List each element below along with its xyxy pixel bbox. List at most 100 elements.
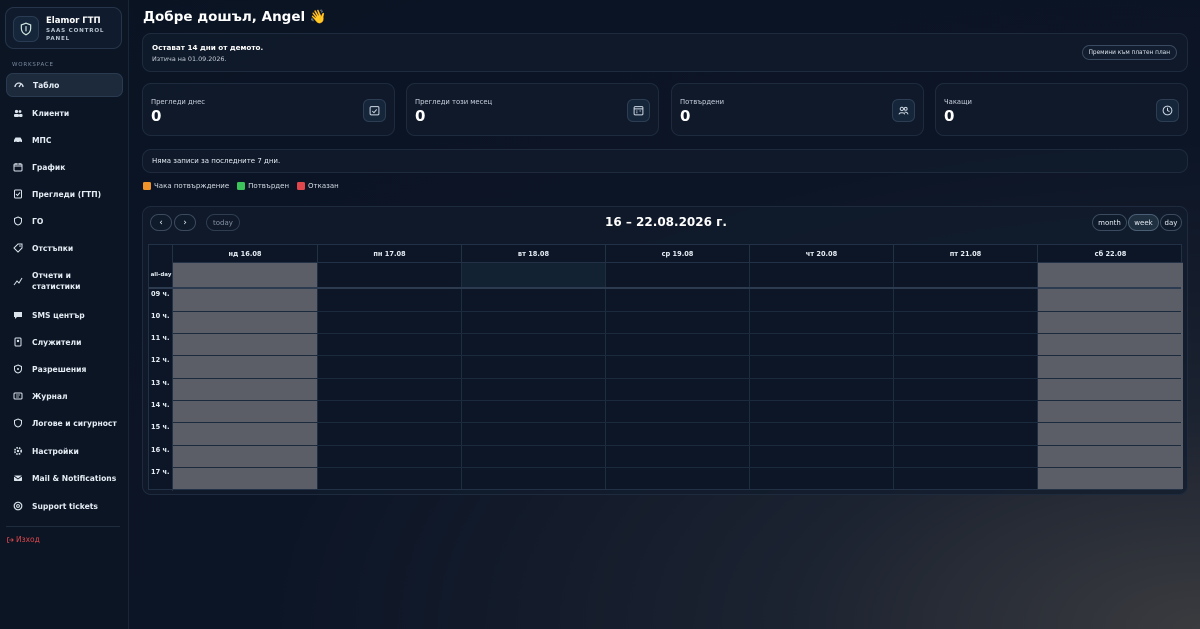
legend-item-cancelled: Отказан bbox=[297, 182, 339, 190]
sidebar-item-employees[interactable]: Служители bbox=[6, 330, 123, 354]
legend-item-confirmed: Потвърден bbox=[237, 182, 289, 190]
hour-line bbox=[173, 355, 1181, 356]
clock-icon bbox=[1156, 99, 1179, 122]
grid-divider bbox=[461, 263, 462, 489]
users-icon bbox=[13, 108, 23, 118]
chat-icon bbox=[13, 310, 23, 320]
sidebar-item-label: Клиенти bbox=[32, 108, 70, 118]
weekend-column-saturday[interactable] bbox=[1038, 263, 1183, 489]
sidebar-item-reports[interactable]: Отчети и статистики bbox=[6, 264, 123, 298]
gear-icon bbox=[13, 446, 23, 456]
stat-label: Чакащи bbox=[944, 98, 972, 106]
sidebar-divider bbox=[6, 526, 120, 527]
support-icon bbox=[13, 501, 23, 511]
grid-divider bbox=[605, 263, 606, 489]
logout-button[interactable]: Изход bbox=[6, 535, 40, 544]
day-header-sat[interactable]: сб 22.08 bbox=[1038, 245, 1183, 263]
users-confirmed-icon bbox=[892, 99, 915, 122]
no-records-text: Няма записи за последните 7 дни. bbox=[152, 157, 281, 165]
sidebar-item-insurance[interactable]: ГО bbox=[6, 209, 123, 233]
demo-expiry: Изтича на 01.09.2026. bbox=[152, 55, 227, 63]
calendar-month-icon bbox=[627, 99, 650, 122]
hour-line bbox=[173, 422, 1181, 423]
grid-divider bbox=[893, 263, 894, 489]
stat-card-pending: Чакащи 0 bbox=[935, 83, 1188, 136]
sidebar-item-label: График bbox=[32, 162, 66, 172]
hour-label: 14 ч. bbox=[151, 401, 170, 409]
legend-item-pending: Чака потвърждение bbox=[143, 182, 229, 190]
demo-days-left: Остават 14 дни от демото. bbox=[152, 43, 264, 52]
calendar-check-icon bbox=[363, 99, 386, 122]
sidebar-item-schedule[interactable]: График bbox=[6, 155, 123, 179]
status-legend: Чака потвърждение Потвърден Отказан bbox=[143, 182, 347, 190]
sidebar-item-dashboard[interactable]: Табло bbox=[6, 73, 123, 97]
sidebar-item-label: Прегледи (ГТП) bbox=[32, 189, 102, 199]
sidebar-item-sms[interactable]: SMS център bbox=[6, 303, 123, 327]
sidebar-item-logs-security[interactable]: Логове и сигурност bbox=[6, 411, 123, 435]
stat-value: 0 bbox=[415, 107, 426, 125]
stat-label: Потвърдени bbox=[680, 98, 725, 106]
sidebar-item-permissions[interactable]: Разрешения bbox=[6, 357, 123, 381]
workspace-label: WORKSPACE bbox=[12, 62, 54, 68]
sidebar-item-label: МПС bbox=[32, 135, 52, 145]
allday-label: all-day bbox=[150, 272, 172, 278]
allday-divider bbox=[149, 287, 1181, 289]
sidebar-item-vehicles[interactable]: МПС bbox=[6, 128, 123, 152]
sidebar-item-settings[interactable]: Настройки bbox=[6, 439, 123, 463]
calendar-week-grid: нд 16.08 пн 17.08 вт 18.08 ср 19.08 чт 2… bbox=[148, 244, 1183, 491]
view-month-button[interactable]: month bbox=[1092, 214, 1127, 231]
hour-label: 11 ч. bbox=[151, 334, 170, 342]
sidebar-item-inspections[interactable]: Прегледи (ГТП) bbox=[6, 182, 123, 206]
weekend-column-sunday[interactable] bbox=[173, 263, 317, 489]
today-allday-cell[interactable] bbox=[461, 263, 605, 287]
hour-label: 16 ч. bbox=[151, 446, 170, 454]
hour-label: 09 ч. bbox=[151, 290, 170, 298]
brand-name: Elamor ГТП bbox=[46, 16, 101, 26]
view-day-button[interactable]: day bbox=[1160, 214, 1182, 231]
stat-label: Прегледи този месец bbox=[415, 98, 493, 106]
demo-banner: Остават 14 дни от демото. Изтича на 01.0… bbox=[142, 33, 1188, 72]
calendar-icon bbox=[13, 162, 23, 172]
legend-swatch bbox=[237, 182, 246, 190]
grid-divider bbox=[1037, 263, 1038, 489]
upgrade-plan-button[interactable]: Премини към платен план bbox=[1081, 45, 1177, 60]
day-header-mon[interactable]: пн 17.08 bbox=[318, 245, 462, 263]
sidebar-item-label: Журнал bbox=[32, 391, 68, 401]
sidebar-item-discounts[interactable]: Отстъпки bbox=[6, 236, 123, 260]
stat-card-today: Прегледи днес 0 bbox=[142, 83, 395, 136]
logout-icon bbox=[6, 536, 14, 544]
sidebar-item-label: Отчети и статистики bbox=[32, 271, 81, 291]
page-title: Добре дошъл, Angel 👋 bbox=[143, 9, 327, 25]
day-header-sun[interactable]: нд 16.08 bbox=[173, 245, 318, 263]
brand-card[interactable]: Elamor ГТП SAAS CONTROL PANEL bbox=[5, 7, 122, 49]
day-header-tue[interactable]: вт 18.08 bbox=[462, 245, 606, 263]
hour-label: 13 ч. bbox=[151, 379, 170, 387]
shield-logo-icon bbox=[13, 16, 39, 42]
sidebar-item-label: Support tickets bbox=[32, 501, 98, 511]
legend-label: Чака потвърждение bbox=[154, 182, 230, 190]
chart-icon bbox=[13, 276, 23, 286]
employee-icon bbox=[13, 337, 23, 347]
legend-label: Потвърден bbox=[248, 182, 290, 190]
sidebar-item-label: SMS център bbox=[32, 310, 85, 320]
inspection-icon bbox=[13, 189, 23, 199]
hour-label: 10 ч. bbox=[151, 312, 170, 320]
car-icon bbox=[13, 135, 23, 145]
day-header-fri[interactable]: пт 21.08 bbox=[894, 245, 1038, 263]
sidebar-item-journal[interactable]: Журнал bbox=[6, 384, 123, 408]
sidebar-item-clients[interactable]: Клиенти bbox=[6, 101, 123, 125]
hour-label: 15 ч. bbox=[151, 423, 170, 431]
hour-line bbox=[173, 378, 1181, 379]
sidebar-item-label: Служители bbox=[32, 337, 82, 347]
hour-label: 12 ч. bbox=[151, 356, 170, 364]
day-header-thu[interactable]: чт 20.08 bbox=[750, 245, 894, 263]
sidebar-item-mail[interactable]: Mail & Notifications bbox=[6, 466, 123, 490]
no-records-notice: Няма записи за последните 7 дни. bbox=[142, 149, 1188, 173]
view-week-button[interactable]: week bbox=[1128, 214, 1159, 231]
legend-swatch bbox=[143, 182, 151, 190]
dashboard-icon bbox=[14, 80, 24, 90]
sidebar-item-label: Отстъпки bbox=[32, 243, 74, 253]
day-header-wed[interactable]: ср 19.08 bbox=[606, 245, 750, 263]
hour-label: 17 ч. bbox=[151, 468, 170, 476]
sidebar-item-support[interactable]: Support tickets bbox=[6, 494, 123, 518]
